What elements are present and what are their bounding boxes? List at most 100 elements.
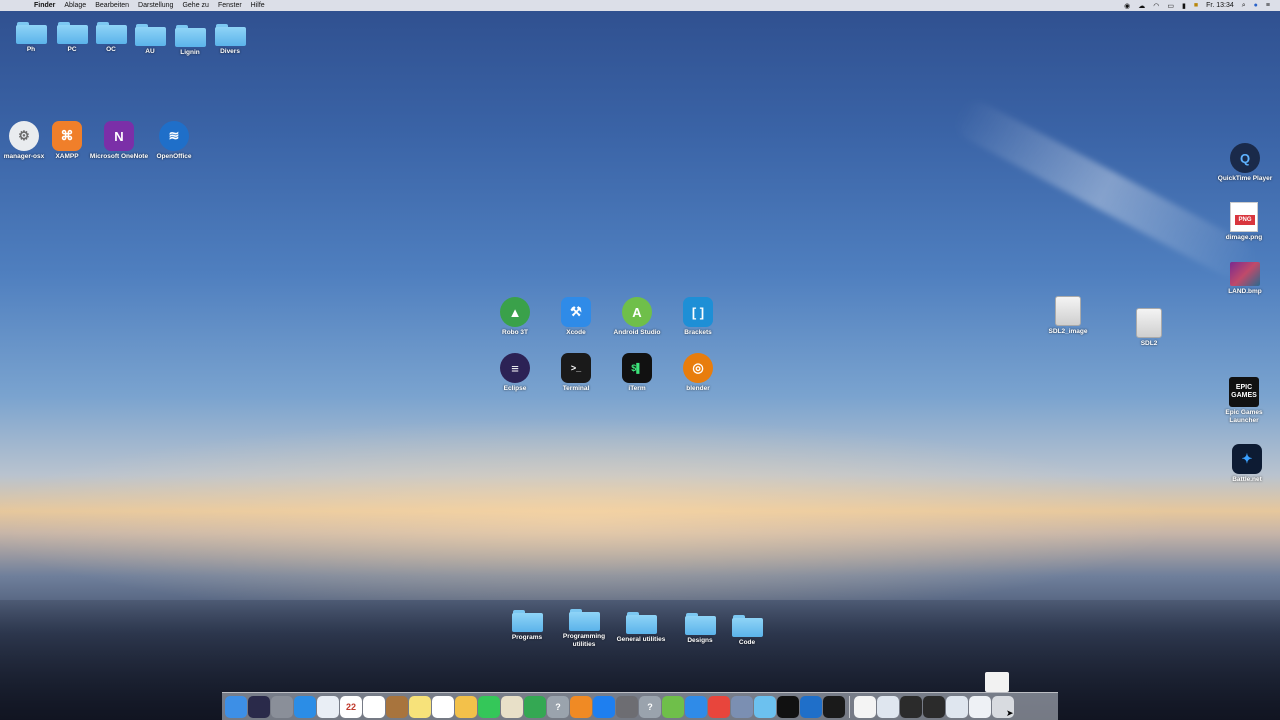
menu-bearbeiten[interactable]: Bearbeiten bbox=[95, 2, 129, 9]
menu-fenster[interactable]: Fenster bbox=[218, 2, 242, 9]
desktop-folder-general-utilities[interactable]: General utilities bbox=[611, 612, 671, 644]
siri-icon[interactable] bbox=[248, 695, 270, 718]
desktop-disk-sdl2-image[interactable]: SDL2_image bbox=[1038, 296, 1098, 336]
dock-documents bbox=[854, 695, 1014, 718]
desktop-app-robo3t[interactable]: ▲ Robo 3T bbox=[485, 297, 545, 337]
help-icon[interactable]: ? bbox=[547, 695, 569, 718]
mouse-cursor-icon: ➤ bbox=[1006, 708, 1014, 718]
cloud-streak bbox=[949, 94, 1261, 286]
preview-icon[interactable] bbox=[501, 695, 523, 718]
menu-gehe-zu[interactable]: Gehe zu bbox=[182, 2, 208, 9]
image-viewer-icon[interactable] bbox=[731, 695, 753, 718]
window-preview-4-icon[interactable] bbox=[946, 695, 968, 718]
openoffice-dock-icon[interactable] bbox=[800, 695, 822, 718]
app-label: blender bbox=[686, 385, 710, 392]
battery-icon[interactable]: ▮ bbox=[1182, 2, 1186, 10]
reminders-icon[interactable] bbox=[432, 695, 454, 718]
desktop-file-dimage[interactable]: PNG dimage.png bbox=[1214, 202, 1274, 242]
window-preview-1-icon[interactable] bbox=[877, 695, 899, 718]
chrome-icon[interactable] bbox=[708, 695, 730, 718]
folder-label: Divers bbox=[220, 48, 240, 55]
downloads-icon[interactable] bbox=[969, 695, 991, 718]
desktop-app-onenote[interactable]: N Microsoft OneNote bbox=[89, 121, 149, 161]
menu-finder[interactable]: Finder bbox=[34, 2, 55, 9]
flag-de-icon[interactable]: ■ bbox=[1194, 2, 1198, 9]
desktop-app-blender[interactable]: ◎ blender bbox=[668, 353, 728, 393]
app-label: Epic Games Launcher bbox=[1225, 409, 1263, 424]
wifi-icon[interactable]: ◠ bbox=[1153, 2, 1159, 10]
apps-grid-icon[interactable] bbox=[363, 695, 385, 718]
app-label: Android Studio bbox=[613, 329, 661, 336]
status-area: ◉ ☁ ◠ ▭ ▮ ■ Fr. 13:34 ⌕ ● ≡ bbox=[1124, 0, 1270, 11]
desktop-app-eclipse[interactable]: ≡ Eclipse bbox=[485, 353, 545, 393]
openoffice-icon: ≋ bbox=[159, 121, 189, 151]
dock: 22?? bbox=[222, 692, 1058, 720]
launchpad-icon[interactable] bbox=[271, 695, 293, 718]
desktop-app-terminal[interactable]: >_ Terminal bbox=[546, 353, 606, 393]
search-icon[interactable]: ⌕ bbox=[1242, 2, 1246, 10]
window-preview-2-icon[interactable] bbox=[900, 695, 922, 718]
control-center-icon[interactable]: ≡ bbox=[1266, 2, 1270, 9]
facetime-icon[interactable] bbox=[478, 695, 500, 718]
android-studio-dock-icon[interactable] bbox=[662, 695, 684, 718]
terminal-icon: >_ bbox=[561, 353, 591, 383]
desktop-app-xampp[interactable]: ⌘ XAMPP bbox=[37, 121, 97, 161]
xcode-dock-icon[interactable] bbox=[685, 695, 707, 718]
app-label: Battle.net bbox=[1232, 476, 1262, 483]
desktop-folder-programming-utilities[interactable]: Programming utilities bbox=[554, 609, 614, 649]
desktop-folder-code[interactable]: Code bbox=[717, 615, 777, 647]
app-label: iTerm bbox=[628, 385, 646, 392]
folder-dock-icon[interactable] bbox=[754, 695, 776, 718]
brackets-icon: [ ] bbox=[683, 297, 713, 327]
png-file-icon: PNG bbox=[1230, 202, 1258, 232]
app-label: Microsoft OneNote bbox=[89, 153, 149, 160]
mail-icon[interactable] bbox=[317, 695, 339, 718]
record-icon[interactable]: ◉ bbox=[1124, 2, 1130, 10]
quicktime-dock-icon[interactable] bbox=[823, 695, 845, 718]
file-label: LAND.bmp bbox=[1228, 288, 1262, 295]
menu-darstellung[interactable]: Darstellung bbox=[138, 2, 173, 9]
menu-ablage[interactable]: Ablage bbox=[64, 2, 86, 9]
numbers-icon[interactable] bbox=[524, 695, 546, 718]
menu-clock[interactable]: Fr. 13:34 bbox=[1206, 2, 1234, 9]
desktop-app-battlenet[interactable]: ✦ Battle.net bbox=[1217, 444, 1277, 484]
desktop-disk-sdl2[interactable]: SDL2 bbox=[1119, 308, 1179, 348]
help2-icon[interactable]: ? bbox=[639, 695, 661, 718]
app-store-icon[interactable] bbox=[593, 695, 615, 718]
finder-icon[interactable] bbox=[225, 695, 247, 718]
folder-label: Programs bbox=[511, 634, 543, 641]
photos-icon[interactable] bbox=[455, 695, 477, 718]
iterm-dock-icon[interactable] bbox=[777, 695, 799, 718]
books-icon[interactable] bbox=[570, 695, 592, 718]
desktop-app-quicktime[interactable]: Q QuickTime Player bbox=[1215, 143, 1275, 183]
app-label: Robo 3T bbox=[502, 329, 528, 336]
desktop-folder-divers[interactable]: Divers bbox=[200, 24, 260, 56]
document-icon[interactable] bbox=[854, 695, 876, 718]
desktop-app-iterm[interactable]: $▌ iTerm bbox=[607, 353, 667, 393]
user-icon[interactable]: ● bbox=[1254, 2, 1258, 9]
desktop-folder-programs[interactable]: Programs bbox=[497, 610, 557, 642]
android-studio-icon: A bbox=[622, 297, 652, 327]
desktop-app-xcode[interactable]: ⚒ Xcode bbox=[546, 297, 606, 337]
system-preferences-icon[interactable] bbox=[616, 695, 638, 718]
desktop-app-android-studio[interactable]: A Android Studio bbox=[607, 297, 667, 337]
desktop-app-brackets[interactable]: [ ] Brackets bbox=[668, 297, 728, 337]
desktop-app-openoffice[interactable]: ≋ OpenOffice bbox=[144, 121, 204, 161]
app-label: QuickTime Player bbox=[1217, 175, 1273, 182]
folder-icon bbox=[214, 24, 246, 46]
bmp-file-icon bbox=[1230, 262, 1260, 286]
sky-glow bbox=[0, 400, 1280, 600]
notes-icon[interactable] bbox=[409, 695, 431, 718]
desktop-app-epic-games[interactable]: EPIC GAMES Epic Games Launcher bbox=[1214, 377, 1274, 425]
folder-icon bbox=[625, 612, 657, 634]
cloud-icon[interactable]: ☁ bbox=[1138, 2, 1145, 10]
safari-icon[interactable] bbox=[294, 695, 316, 718]
menu-hilfe[interactable]: Hilfe bbox=[251, 2, 265, 9]
desktop-file-land[interactable]: LAND.bmp bbox=[1215, 262, 1275, 296]
calendar-icon[interactable]: 22 bbox=[340, 695, 362, 718]
disk-icon bbox=[1055, 296, 1081, 326]
folder-icon bbox=[731, 615, 763, 637]
airplay-icon[interactable]: ▭ bbox=[1167, 2, 1174, 10]
window-preview-3-icon[interactable] bbox=[923, 695, 945, 718]
notes-brown-icon[interactable] bbox=[386, 695, 408, 718]
